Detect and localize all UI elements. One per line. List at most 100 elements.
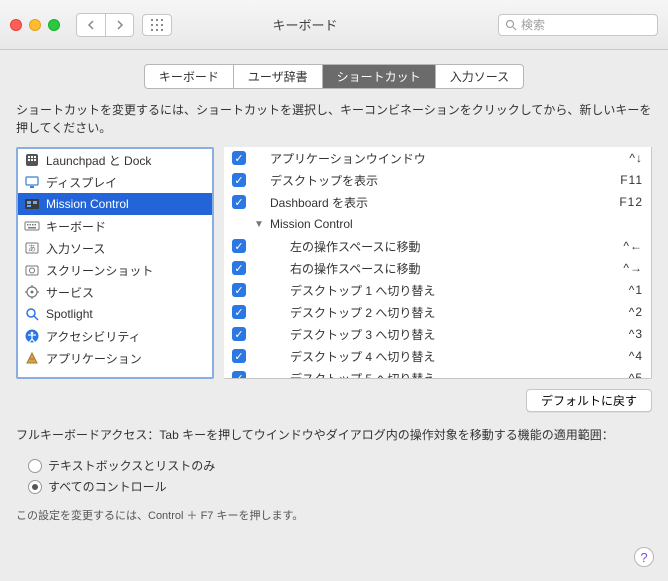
zoom-button[interactable] — [48, 19, 60, 31]
shortcut-row[interactable]: ✓ デスクトップ 1 へ切り替え^1 — [224, 279, 651, 301]
shortcut-key[interactable]: ^1 — [603, 283, 643, 297]
sidebar-item-screenshot[interactable]: スクリーンショット — [18, 259, 212, 281]
shortcut-key[interactable]: ^← — [603, 239, 643, 253]
sidebar-item-services[interactable]: サービス — [18, 281, 212, 303]
sidebar-item-label: アクセシビリティ — [46, 328, 141, 345]
shortcut-row[interactable]: ✓ デスクトップ 3 へ切り替え^3 — [224, 323, 651, 345]
category-sidebar[interactable]: Launchpad と Dock ディスプレイ Mission Control キーボ… — [16, 147, 214, 379]
instruction-text: ショートカットを変更するには、ショートカットを選択し、キーコンビネーションをクリ… — [0, 99, 668, 147]
shortcut-label: Dashboard を表示 — [268, 194, 603, 211]
sidebar-item-label: サービス — [46, 284, 94, 301]
fka-radio-group: テキストボックスとリストのみすべてのコントロール — [0, 449, 668, 503]
shortcut-checkbox[interactable]: ✓ — [232, 371, 246, 379]
keyboard-icon — [24, 218, 40, 234]
shortcut-label: デスクトップ 3 へ切り替え — [268, 326, 603, 343]
shortcut-checkbox[interactable]: ✓ — [232, 239, 246, 253]
sidebar-item-label: ディスプレイ — [46, 174, 117, 191]
shortcut-key[interactable]: ^2 — [603, 305, 643, 319]
radio-dot — [28, 480, 42, 494]
svg-text:あ: あ — [28, 244, 36, 253]
sidebar-item-launchpad[interactable]: Launchpad と Dock — [18, 149, 212, 171]
shortcut-row[interactable]: ✓ デスクトップを表示F11 — [224, 169, 651, 191]
shortcut-checkbox[interactable]: ✓ — [232, 151, 246, 165]
search-icon — [505, 19, 517, 31]
shortcut-row[interactable]: ✓ Dashboard を表示F12 — [224, 191, 651, 213]
shortcut-checkbox[interactable]: ✓ — [232, 349, 246, 363]
full-keyboard-access-label: フルキーボードアクセス：Tab キーを押してウインドウやダイアログ内の操作対象を… — [0, 426, 668, 449]
shortcut-row[interactable]: ▼Mission Control — [224, 213, 651, 235]
shortcut-row[interactable]: ✓ 右の操作スペースに移動^→ — [224, 257, 651, 279]
screenshot-icon — [24, 262, 40, 278]
search-placeholder: 検索 — [521, 16, 545, 33]
mission-icon — [24, 196, 40, 212]
shortcut-key[interactable]: F11 — [603, 173, 643, 187]
spotlight-icon — [24, 306, 40, 322]
tab-0[interactable]: キーボード — [145, 65, 233, 88]
tab-3[interactable]: 入力ソース — [435, 65, 523, 88]
sidebar-item-keyboard[interactable]: キーボード — [18, 215, 212, 237]
shortcut-label: 右の操作スペースに移動 — [268, 260, 603, 277]
back-button[interactable] — [77, 14, 105, 36]
sidebar-item-accessibility[interactable]: アクセシビリティ — [18, 325, 212, 347]
sidebar-item-display[interactable]: ディスプレイ — [18, 171, 212, 193]
services-icon — [24, 284, 40, 300]
tab-1[interactable]: ユーザ辞書 — [233, 65, 322, 88]
sidebar-item-mission[interactable]: Mission Control — [18, 193, 212, 215]
sidebar-item-input[interactable]: あ 入力ソース — [18, 237, 212, 259]
radio-label: すべてのコントロール — [48, 478, 167, 495]
tab-2[interactable]: ショートカット — [322, 65, 435, 88]
shortcut-label: デスクトップ 1 へ切り替え — [268, 282, 603, 299]
shortcut-row[interactable]: ✓ 左の操作スペースに移動^← — [224, 235, 651, 257]
accessibility-icon — [24, 328, 40, 344]
shortcut-checkbox[interactable]: ✓ — [232, 305, 246, 319]
shortcut-key[interactable]: ^→ — [603, 261, 643, 275]
sidebar-item-label: 入力ソース — [46, 240, 105, 257]
sidebar-item-app[interactable]: アプリケーション — [18, 347, 212, 369]
traffic-lights — [10, 19, 60, 31]
shortcut-key[interactable]: ^4 — [603, 349, 643, 363]
shortcut-list[interactable]: ✓ アプリケーションウインドウ^↓ ✓ デスクトップを表示F11 ✓ Dashboard … — [224, 147, 652, 379]
sidebar-item-label: キーボード — [46, 218, 106, 235]
fka-radio-0[interactable]: テキストボックスとリストのみ — [28, 455, 640, 476]
shortcut-key[interactable]: ^5 — [603, 371, 643, 379]
shortcut-label: デスクトップ 5 へ切り替え — [268, 370, 603, 380]
sidebar-item-spotlight[interactable]: Spotlight — [18, 303, 212, 325]
shortcut-checkbox[interactable]: ✓ — [232, 173, 246, 187]
sidebar-item-label: Mission Control — [46, 197, 129, 211]
shortcut-row[interactable]: ✓ デスクトップ 4 へ切り替え^4 — [224, 345, 651, 367]
shortcut-label: Mission Control — [268, 217, 603, 231]
shortcut-checkbox[interactable]: ✓ — [232, 283, 246, 297]
window-title: キーボード — [120, 15, 490, 34]
sidebar-item-label: アプリケーション — [46, 350, 142, 367]
radio-dot — [28, 459, 42, 473]
disclosure-triangle-icon[interactable]: ▼ — [254, 219, 268, 230]
shortcut-label: デスクトップ 4 へ切り替え — [268, 348, 603, 365]
shortcut-checkbox[interactable]: ✓ — [232, 195, 246, 209]
titlebar: キーボード 検索 — [0, 0, 668, 50]
sidebar-item-label: Spotlight — [46, 307, 93, 321]
radio-label: テキストボックスとリストのみ — [48, 457, 215, 474]
shortcut-row[interactable]: ✓ デスクトップ 5 へ切り替え^5 — [224, 367, 651, 379]
sidebar-item-label: Launchpad と Dock — [46, 152, 151, 169]
shortcut-key[interactable]: ^3 — [603, 327, 643, 341]
shortcut-label: デスクトップを表示 — [268, 172, 603, 189]
shortcut-row[interactable]: ✓デスクトップ 2 へ切り替え^2 — [224, 301, 651, 323]
close-button[interactable] — [10, 19, 22, 31]
launchpad-icon — [24, 152, 40, 168]
tab-bar: キーボードユーザ辞書ショートカット入力ソース — [0, 50, 668, 99]
shortcut-checkbox[interactable]: ✓ — [232, 327, 246, 341]
app-icon — [24, 350, 40, 366]
shortcut-checkbox[interactable]: ✓ — [232, 261, 246, 275]
help-button[interactable]: ? — [634, 547, 654, 567]
fka-radio-1[interactable]: すべてのコントロール — [28, 476, 640, 497]
search-input[interactable]: 検索 — [498, 14, 658, 36]
shortcut-label: 左の操作スペースに移動 — [268, 238, 603, 255]
restore-row: デフォルトに戻す — [0, 379, 668, 426]
shortcut-key[interactable]: F12 — [603, 195, 643, 209]
restore-defaults-button[interactable]: デフォルトに戻す — [526, 389, 652, 412]
minimize-button[interactable] — [29, 19, 41, 31]
shortcut-key[interactable]: ^↓ — [603, 151, 643, 165]
shortcut-label: アプリケーションウインドウ — [268, 150, 603, 167]
shortcut-row[interactable]: ✓ アプリケーションウインドウ^↓ — [224, 147, 651, 169]
sidebar-item-label: スクリーンショット — [46, 262, 153, 279]
